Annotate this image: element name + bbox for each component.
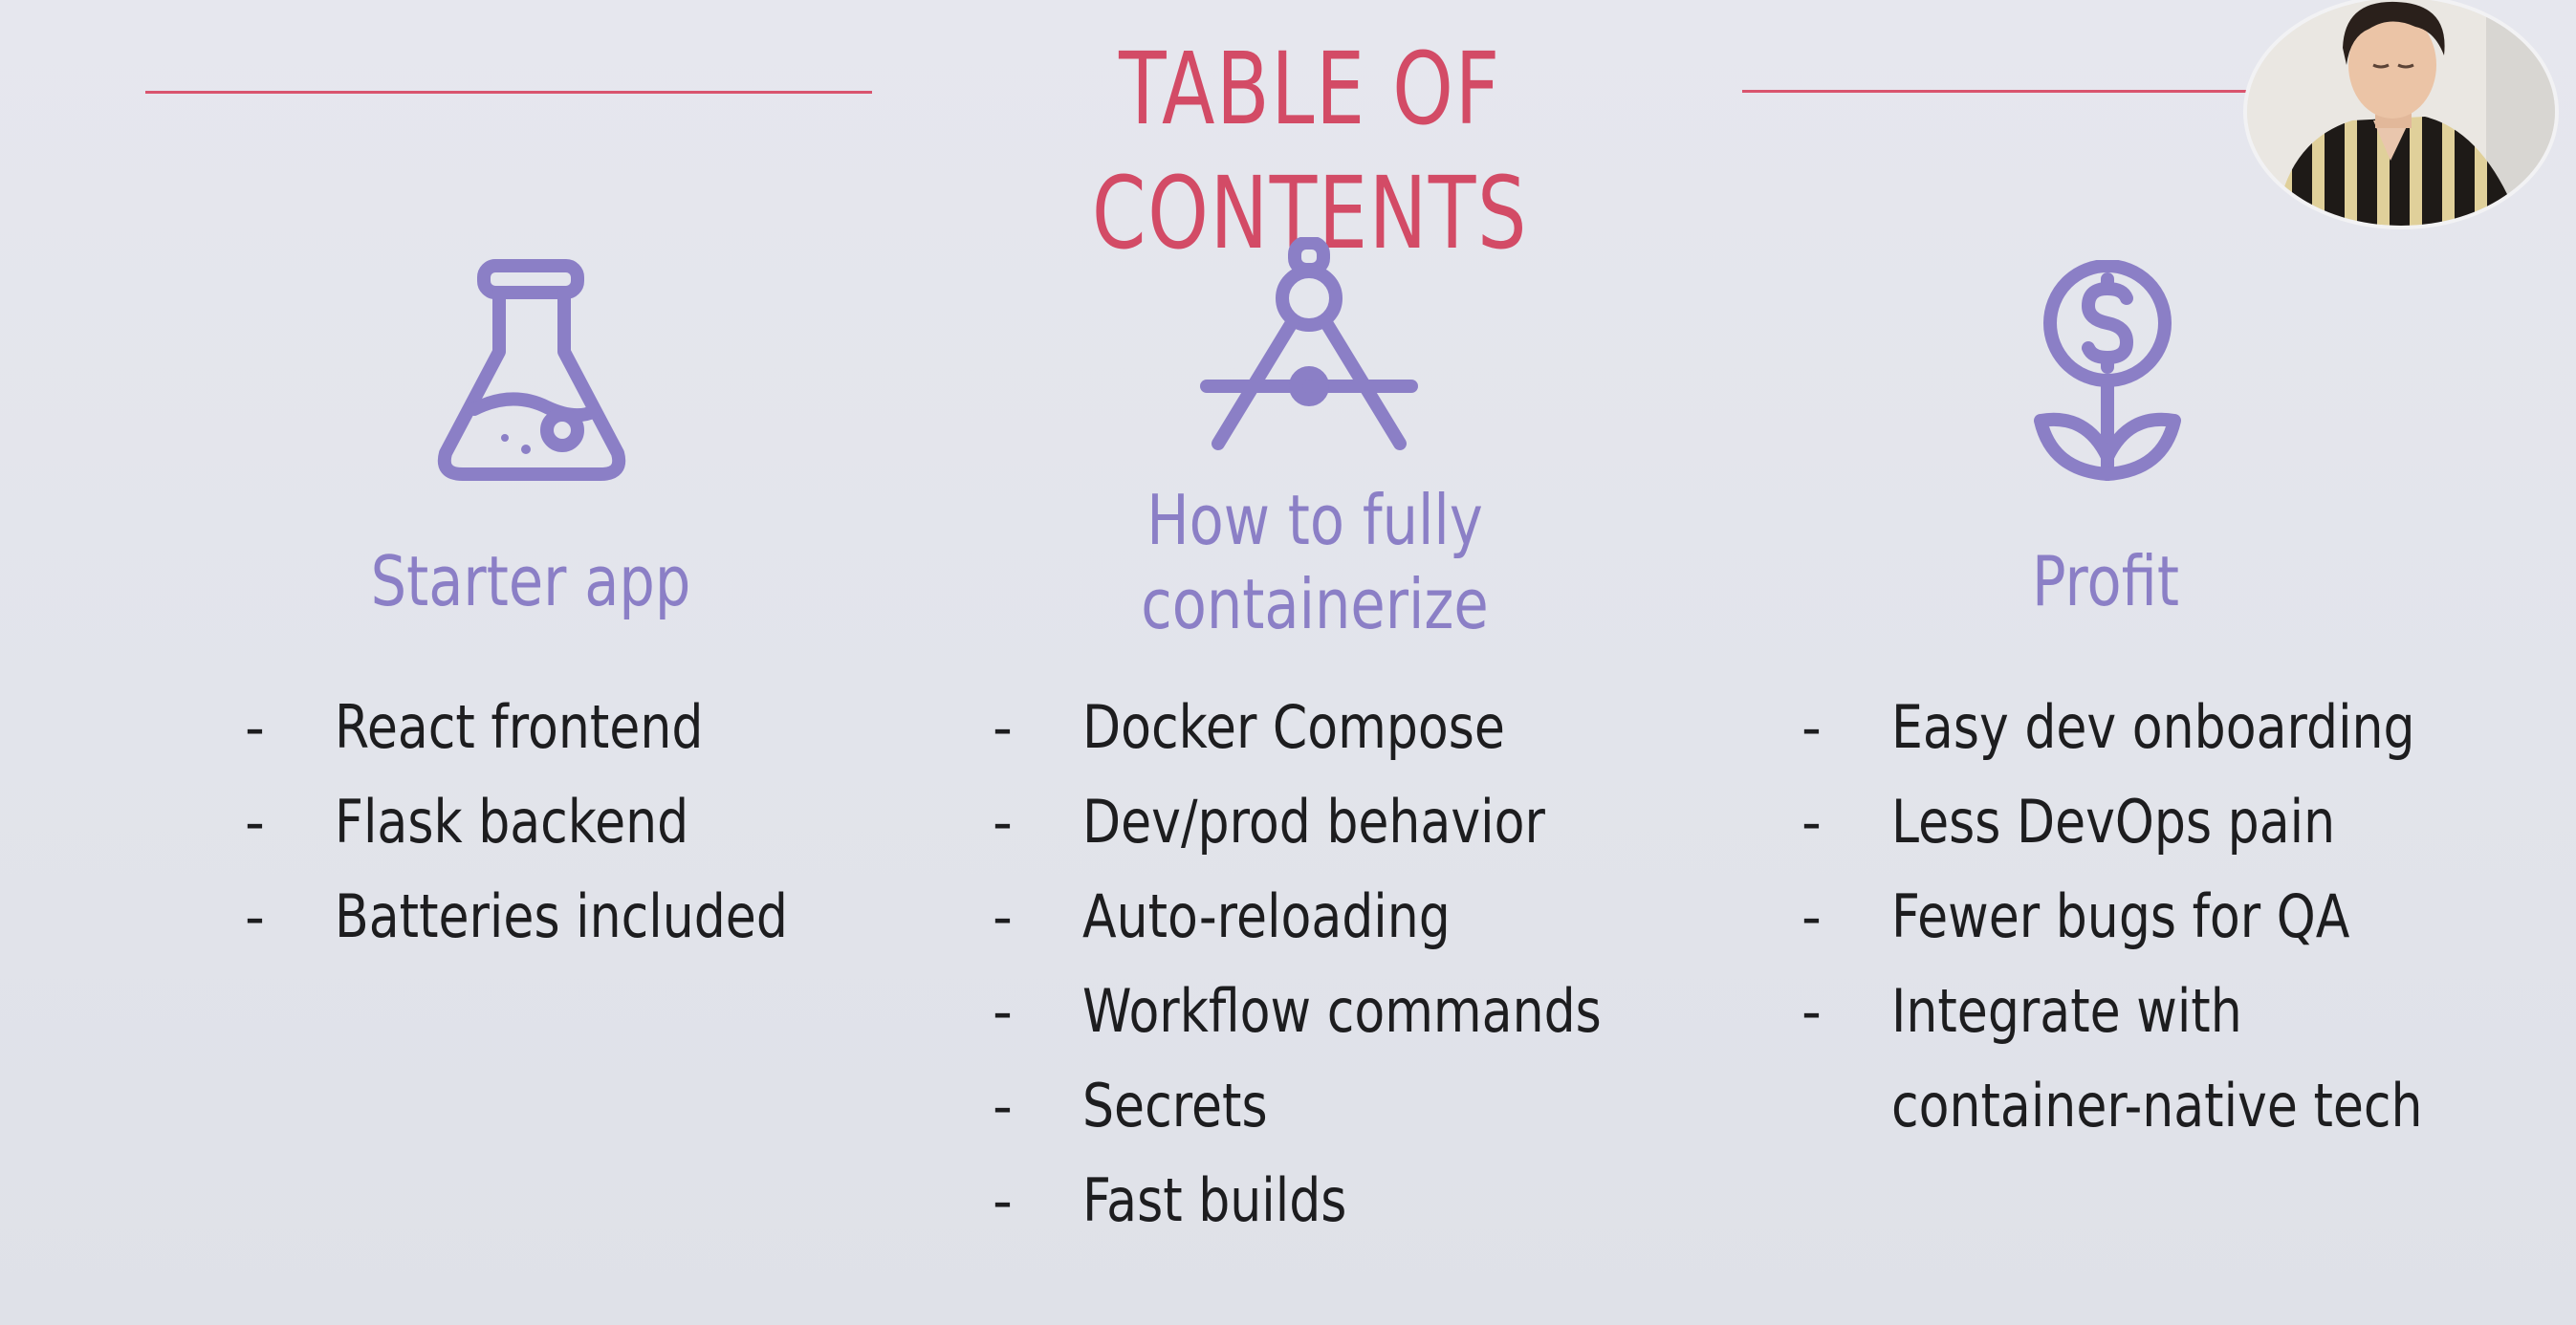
title-rule-right xyxy=(1742,90,2259,93)
bullet-dash: - xyxy=(993,884,1013,949)
list-item: - Less DevOps pain xyxy=(1801,781,2471,876)
list-item-text: Workflow commands xyxy=(1082,976,1602,1046)
starter-app-list: - React frontend - Flask backend - Batterie… xyxy=(245,686,857,970)
list-item-text: Dev/prod behavior xyxy=(1082,787,1545,857)
list-item: - Fast builds xyxy=(993,1160,1662,1254)
presenter-webcam xyxy=(2243,0,2559,229)
list-item: - Fewer bugs for QA xyxy=(1801,876,2471,970)
column-heading-starter-app: Starter app xyxy=(370,541,691,621)
bullet-dash: - xyxy=(245,884,265,949)
list-item: - Workflow commands xyxy=(993,970,1662,1065)
list-item: - Easy dev onboarding xyxy=(1801,686,2471,781)
heading-line: How to fully xyxy=(1146,480,1483,560)
bullet-dash: - xyxy=(245,695,265,760)
bullet-dash: - xyxy=(245,790,265,855)
list-item-text: Flask backend xyxy=(335,787,689,857)
bullet-dash: - xyxy=(993,695,1013,760)
list-item: - Dev/prod behavior xyxy=(993,781,1662,876)
list-item-text: Integrate with xyxy=(1891,976,2242,1046)
money-plant-icon xyxy=(2031,260,2184,482)
list-item-text: container-native tech xyxy=(1891,1071,2423,1140)
list-item: - React frontend xyxy=(245,686,857,781)
bullet-dash: - xyxy=(1801,884,1822,949)
heading-line: containerize xyxy=(1141,564,1489,644)
compass-icon xyxy=(1199,237,1419,457)
bullet-dash: - xyxy=(1801,979,1822,1044)
list-item-text: Batteries included xyxy=(335,881,788,951)
column-heading-containerize: How to fully containerize xyxy=(1139,478,1492,646)
list-item-text: Less DevOps pain xyxy=(1891,787,2336,857)
slide: TABLE OF CONTENTS Starter app - React fro… xyxy=(0,0,2576,1325)
list-item-text: Docker Compose xyxy=(1082,692,1505,762)
list-item: - Auto-reloading xyxy=(993,876,1662,970)
list-item-text: Fast builds xyxy=(1082,1165,1347,1235)
flask-icon xyxy=(432,256,631,486)
list-item-text: Secrets xyxy=(1082,1071,1268,1140)
column-heading-profit: Profit xyxy=(2031,541,2180,621)
list-item-text: Easy dev onboarding xyxy=(1891,692,2415,762)
list-item: - Batteries included xyxy=(245,876,857,970)
list-item: - Integrate with xyxy=(1801,970,2471,1065)
list-item: - Flask backend xyxy=(245,781,857,876)
list-item: - Secrets xyxy=(993,1065,1662,1160)
list-item-text: Fewer bugs for QA xyxy=(1891,881,2350,951)
list-item-text: Auto-reloading xyxy=(1082,881,1451,951)
slide-title: TABLE OF CONTENTS xyxy=(1091,31,1529,272)
title-rule-left xyxy=(145,91,872,94)
bullet-dash: - xyxy=(1801,695,1822,760)
list-item-continuation: container-native tech xyxy=(1801,1065,2471,1160)
bullet-dash: - xyxy=(993,979,1013,1044)
list-item-text: React frontend xyxy=(335,692,704,762)
profit-list: - Easy dev onboarding - Less DevOps pain -… xyxy=(1801,686,2471,1160)
bullet-dash: - xyxy=(993,1168,1013,1233)
bullet-dash: - xyxy=(993,790,1013,855)
bullet-dash: - xyxy=(1801,790,1822,855)
list-item: - Docker Compose xyxy=(993,686,1662,781)
bullet-dash: - xyxy=(993,1074,1013,1139)
containerize-list: - Docker Compose - Dev/prod behavior - Auto… xyxy=(993,686,1662,1254)
